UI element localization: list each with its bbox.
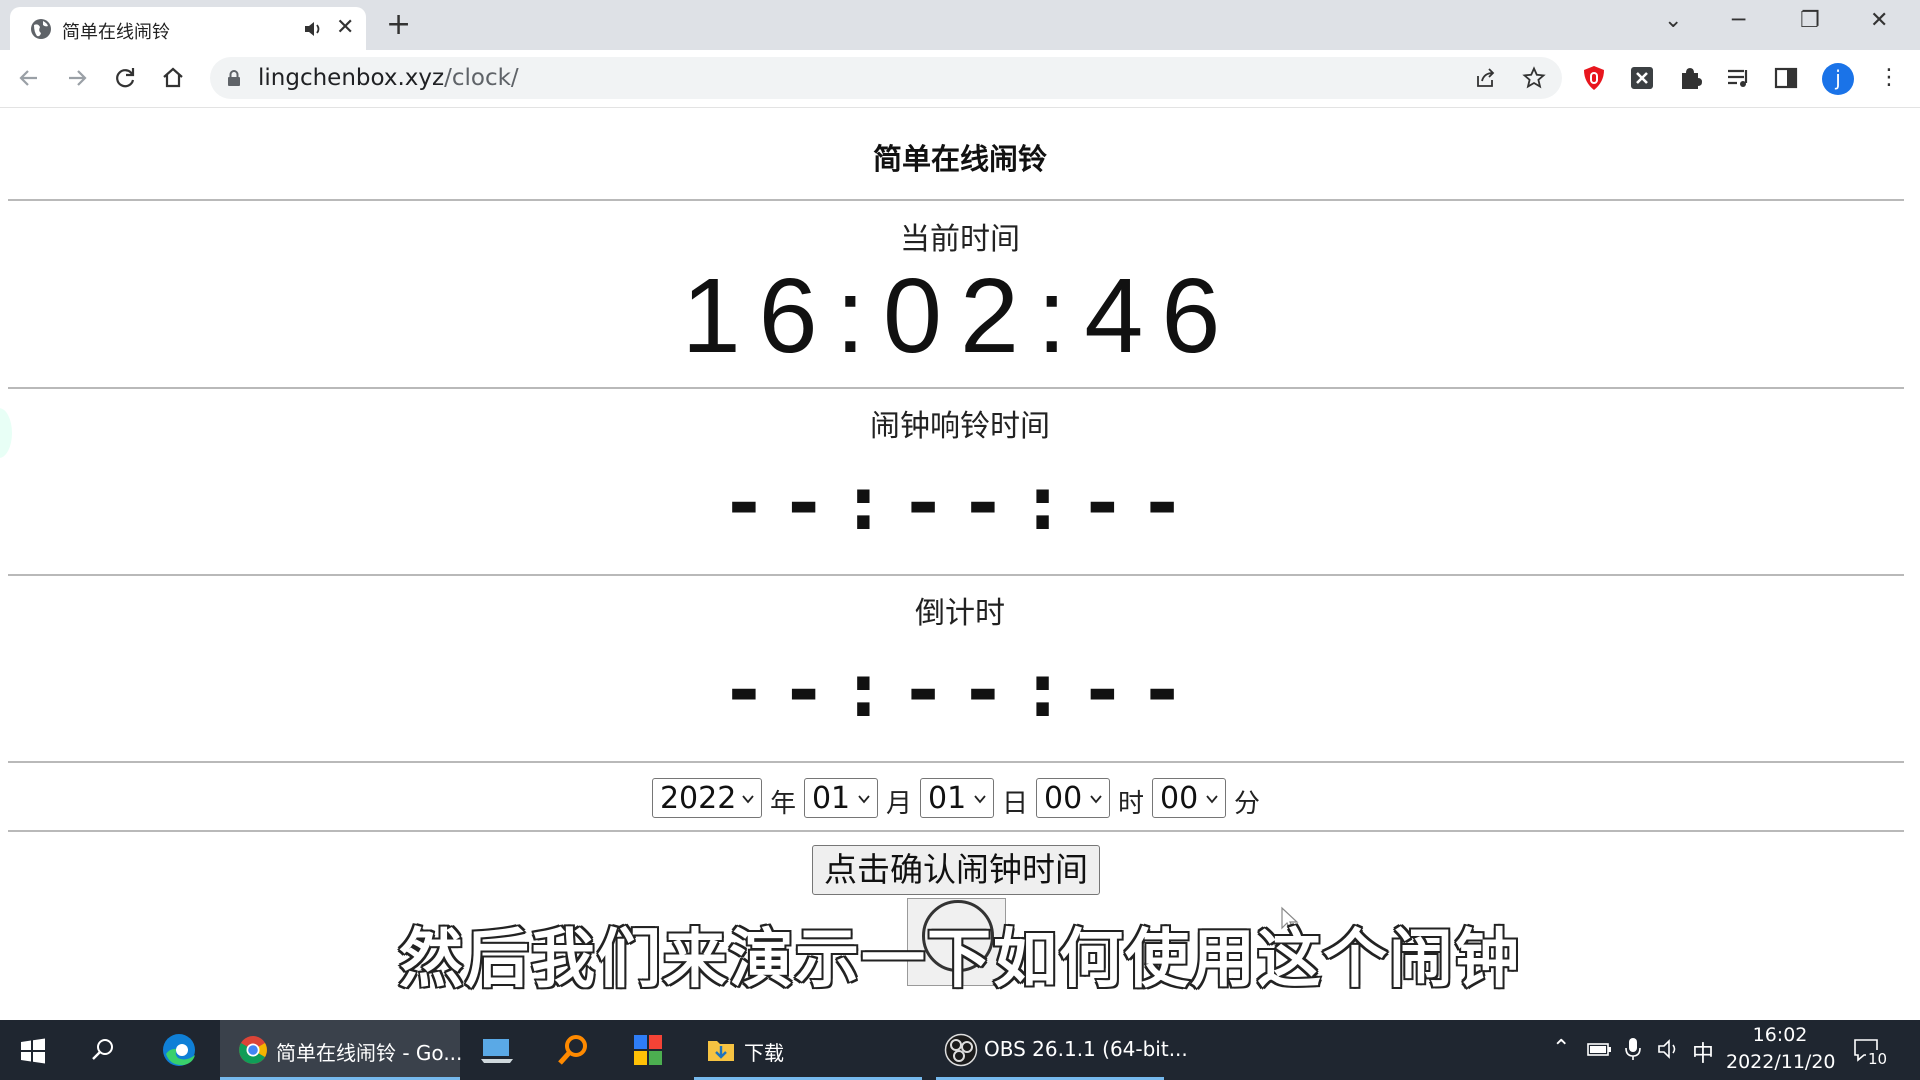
- current-time-display: 16:02:46: [681, 257, 1239, 375]
- divider: [8, 761, 1904, 763]
- divider: [8, 830, 1904, 832]
- day-select[interactable]: 01: [919, 778, 994, 818]
- back-arrow-icon[interactable]: [15, 64, 43, 92]
- countdown-label: 倒计时: [915, 596, 1005, 631]
- minute-select[interactable]: 00: [1152, 778, 1227, 818]
- input-method-indicator[interactable]: 中: [1692, 1036, 1714, 1068]
- chevron-down-icon: [974, 795, 986, 804]
- colored-app-icon[interactable]: [632, 1033, 664, 1067]
- url-domain: lingchenbox.xyz: [258, 65, 445, 91]
- url-path: /clock/: [444, 65, 519, 91]
- chrome-icon: [239, 1036, 267, 1064]
- month-select[interactable]: 01: [803, 778, 878, 818]
- day-value: 01: [927, 781, 967, 816]
- current-time-label: 当前时间: [900, 222, 1020, 257]
- year-value: 2022: [659, 781, 737, 816]
- obs-icon: [944, 1033, 978, 1067]
- divider: [8, 387, 1904, 389]
- browser-tab-bar: 简单在线闹铃 ✕ + ⌄ ─ ❐ ✕: [0, 0, 1920, 50]
- taskbar-explorer-label: 下载: [744, 1041, 784, 1065]
- share-icon[interactable]: [1474, 66, 1498, 90]
- globe-icon: [31, 19, 51, 39]
- folder-download-icon: [708, 1041, 734, 1061]
- taskbar-explorer-item[interactable]: 下载: [694, 1020, 922, 1080]
- browser-tab[interactable]: 简单在线闹铃 ✕: [10, 7, 366, 50]
- battery-icon[interactable]: [1586, 1038, 1612, 1060]
- windows-start-icon[interactable]: [20, 1038, 46, 1064]
- puzzle-extensions-icon[interactable]: [1676, 64, 1704, 92]
- chevron-down-icon: [858, 795, 870, 804]
- month-value: 01: [811, 781, 851, 816]
- taskbar-clock-time[interactable]: 16:02: [1726, 1024, 1834, 1046]
- confirm-alarm-button[interactable]: 点击确认闹钟时间: [812, 845, 1100, 895]
- browser-menu-icon[interactable]: ⋮: [1878, 64, 1900, 92]
- page-title: 简单在线闹铃: [872, 142, 1047, 176]
- countdown-display: --:--:--: [720, 645, 1200, 734]
- chevron-down-icon: [1090, 795, 1102, 804]
- remote-desktop-icon[interactable]: [480, 1034, 514, 1066]
- address-bar[interactable]: lingchenbox.xyz/clock/: [210, 57, 1562, 99]
- side-panel-icon[interactable]: [1772, 64, 1800, 92]
- tray-chevron-up-icon[interactable]: ⌃: [1552, 1036, 1570, 1061]
- tab-close-icon[interactable]: ✕: [336, 15, 354, 41]
- edge-browser-icon[interactable]: [160, 1032, 198, 1068]
- taskbar-obs-label: OBS 26.1.1 (64-bit...: [984, 1037, 1188, 1061]
- restore-button[interactable]: ❐: [1800, 8, 1820, 34]
- tab-title: 简单在线闹铃: [62, 22, 170, 43]
- minute-value: 00: [1160, 781, 1199, 816]
- minimize-button[interactable]: ─: [1732, 8, 1745, 34]
- month-unit: 月: [885, 788, 912, 819]
- alarm-time-label: 闹钟响铃时间: [870, 409, 1050, 444]
- search-icon[interactable]: [90, 1037, 116, 1063]
- day-unit: 日: [1001, 788, 1028, 819]
- adblock-extension-icon[interactable]: [1580, 64, 1608, 92]
- divider: [8, 574, 1904, 576]
- page-content: 简单在线闹铃 当前时间 16:02:46 闹钟响铃时间 --:--:-- 倒计时…: [0, 108, 1920, 1020]
- chevron-down-icon: [1206, 795, 1218, 804]
- taskbar-clock-date[interactable]: 2022/11/20: [1726, 1051, 1836, 1073]
- taskbar-chrome-label: 简单在线闹铃 - Go...: [276, 1041, 463, 1065]
- minute-unit: 分: [1234, 788, 1261, 819]
- hour-value: 00: [1044, 781, 1083, 816]
- notification-count-badge: 10: [1866, 1050, 1890, 1068]
- taskbar-chrome-item[interactable]: 简单在线闹铃 - Go...: [220, 1020, 463, 1080]
- chevron-down-icon: [742, 795, 754, 804]
- home-icon[interactable]: [159, 64, 187, 92]
- new-tab-button[interactable]: +: [386, 8, 411, 42]
- year-select[interactable]: 2022: [651, 778, 762, 818]
- lock-icon[interactable]: [226, 69, 242, 87]
- url-text[interactable]: lingchenbox.xyz/clock/: [258, 65, 519, 91]
- windows-taskbar: 简单在线闹铃 - Go... 下载 OBS 26.1.1 (64-bit...: [0, 1020, 1920, 1080]
- speaker-icon[interactable]: [302, 18, 324, 40]
- divider: [8, 199, 1904, 201]
- tab-search-icon[interactable]: ⌄: [1664, 8, 1682, 34]
- x-extension-icon[interactable]: [1628, 64, 1656, 92]
- media-controls-icon[interactable]: [1724, 64, 1752, 92]
- hour-select[interactable]: 00: [1036, 778, 1110, 818]
- search-app-icon[interactable]: [556, 1033, 590, 1067]
- close-window-button[interactable]: ✕: [1870, 8, 1888, 34]
- browser-toolbar: lingchenbox.xyz/clock/ j ⋮: [0, 50, 1920, 108]
- reload-icon[interactable]: [111, 64, 139, 92]
- taskbar-obs-item[interactable]: OBS 26.1.1 (64-bit...: [936, 1020, 1188, 1080]
- volume-icon[interactable]: [1656, 1037, 1682, 1061]
- video-subtitle: 然后我们来演示一下如何使用这个闹钟: [398, 922, 1521, 999]
- hour-unit: 时: [1118, 788, 1145, 819]
- alarm-time-display: --:--:--: [720, 458, 1200, 547]
- microphone-icon[interactable]: [1622, 1036, 1644, 1062]
- profile-avatar[interactable]: j: [1822, 63, 1854, 95]
- alarm-date-row: 2022 年 01 月 01 日 00 时 00 分: [0, 776, 1920, 820]
- bookmark-star-icon[interactable]: [1522, 66, 1546, 90]
- year-unit: 年: [769, 788, 796, 819]
- forward-arrow-icon[interactable]: [63, 64, 91, 92]
